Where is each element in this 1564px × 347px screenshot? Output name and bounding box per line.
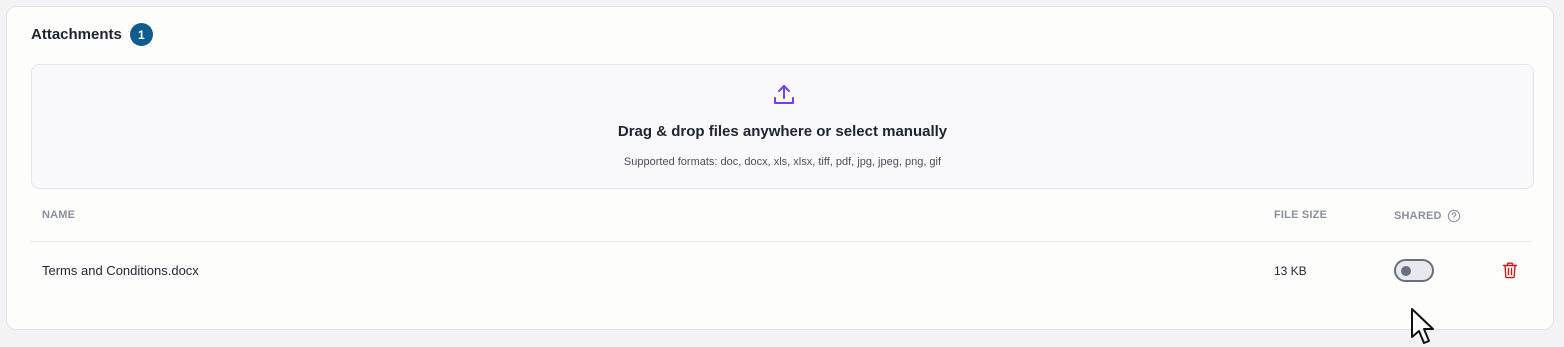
help-circle-icon[interactable] [1447, 209, 1461, 223]
attachments-title: Attachments [31, 26, 122, 43]
upload-icon [774, 85, 794, 104]
attachments-header: Attachments 1 [31, 23, 153, 46]
attachments-count-badge: 1 [129, 23, 153, 46]
column-header-shared: SHARED [1394, 209, 1461, 223]
toggle-knob [1401, 265, 1411, 276]
column-header-shared-label: SHARED [1394, 210, 1442, 222]
dropzone-title: Drag & drop files anywhere or select man… [617, 123, 948, 140]
shared-toggle[interactable] [1394, 259, 1434, 282]
attachment-file-size: 13 KB [1274, 264, 1307, 278]
dropzone-supported-formats: Supported formats: doc, docx, xls, xlsx,… [623, 156, 942, 168]
column-header-name: NAME [42, 209, 76, 221]
trash-icon[interactable] [1502, 262, 1518, 279]
attachment-file-name[interactable]: Terms and Conditions.docx [42, 263, 199, 278]
file-dropzone[interactable]: Drag & drop files anywhere or select man… [31, 64, 1534, 189]
mouse-cursor-icon [1411, 308, 1434, 344]
table-row: Terms and Conditions.docx 13 KB [30, 242, 1532, 300]
column-header-file-size: FILE SIZE [1274, 209, 1328, 221]
